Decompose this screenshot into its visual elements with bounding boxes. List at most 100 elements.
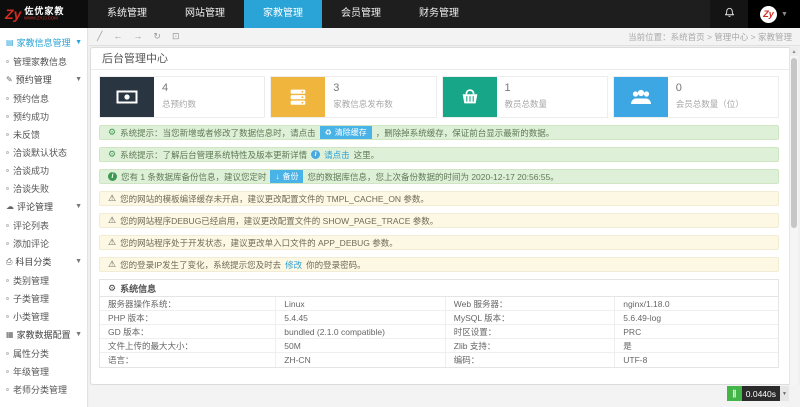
alert-text: 您的网站的模板编译缓存未开启，建议更改配置文件的 TMPL_CACHE_ON 参… [120, 193, 429, 205]
system-info-panel: ⚙ 系统信息 服务器操作系统： Linux Web 服务器： nginx/1.1… [99, 279, 779, 368]
notifications-button[interactable] [710, 0, 748, 28]
sidebar-item-category-manage[interactable]: 类别管理 [0, 271, 87, 289]
chevron-down-icon: ▼ [75, 39, 82, 46]
alert-tmpl-cache: ⚠ 您的网站的模板编译缓存未开启，建议更改配置文件的 TMPL_CACHE_ON… [99, 191, 779, 206]
sidebar-section-label: 评论管理 [17, 200, 53, 213]
brand-subtitle: WWW.ZYJJ.COM [24, 17, 58, 21]
chevron-down-icon: ▼ [75, 76, 82, 83]
back-icon[interactable]: ← [113, 32, 122, 41]
alert-debug-enabled: ⚠ 您的网站程序DEBUG已经启用，建议更改配置文件的 SHOW_PAGE_TR… [99, 213, 779, 228]
nav-item-member[interactable]: 会员管理 [322, 0, 400, 28]
sys-label: PHP 版本： [100, 311, 276, 324]
table-row: PHP 版本： 5.4.45 MySQL 版本： 5.6.49-log [100, 311, 778, 325]
scrollbar-thumb[interactable] [791, 58, 797, 228]
sidebar-item-negotiate-fail[interactable]: 洽谈失败 [0, 179, 87, 197]
warning-icon: ⚠ [108, 237, 116, 248]
alert-dev-mode: ⚠ 您的网站程序处于开发状态，建议更改单入口文件的 APP_DEBUG 参数。 [99, 235, 779, 250]
alert-version-info: ⚙ 系统提示：了解后台管理系统特性及版本更新详情 i 请点击 这里。 [99, 147, 779, 162]
change-password-link[interactable]: 修改 [285, 259, 302, 271]
forward-icon[interactable]: → [133, 32, 142, 41]
table-row: GD 版本： bundled (2.1.0 compatible) 时区设置： … [100, 325, 778, 339]
alert-text: 系统提示：当您新增或者修改了数据信息时，请点击 [120, 127, 316, 139]
sidebar-section-booking[interactable]: ✎ 预约管理 ▼ [0, 70, 87, 89]
user-menu[interactable]: Zy ▼ [748, 0, 800, 28]
sys-label: 服务器操作系统： [100, 297, 276, 310]
info-icon: i [311, 150, 320, 159]
nav-item-system[interactable]: 系统管理 [88, 0, 166, 28]
stat-label: 总预约数 [162, 98, 196, 110]
sidebar-item-negotiate-success[interactable]: 洽谈成功 [0, 161, 87, 179]
sidebar-item-booking-info[interactable]: 预约信息 [0, 89, 87, 107]
alert-text: 您的数据库信息，您上次备份数据的时间为 2020-12-17 20:56:55。 [307, 171, 558, 183]
stat-value: 4 [162, 82, 196, 94]
bullet-icon [6, 115, 9, 118]
nav-item-website[interactable]: 网站管理 [166, 0, 244, 28]
sidebar-item-grade-manage[interactable]: 年级管理 [0, 362, 87, 380]
stat-label: 家教信息发布数 [333, 98, 393, 110]
sys-value: UTF-8 [615, 353, 778, 367]
stat-card-members[interactable]: 0 会员总数量（位） [613, 76, 779, 118]
sidebar-section-subjects[interactable]: ⎙ 科目分类 ▼ [0, 252, 87, 271]
main-panel: 后台管理中心 4 总预约数 [90, 47, 798, 385]
comment-icon: ☁ [6, 202, 14, 211]
sidebar-item-comment-list[interactable]: 评论列表 [0, 216, 87, 234]
sidebar-section-comments[interactable]: ☁ 评论管理 ▼ [0, 197, 87, 216]
warning-icon: ⚠ [108, 215, 116, 226]
sys-label: 时区设置： [446, 325, 616, 338]
scroll-up-icon[interactable]: ▲ [790, 47, 798, 56]
clear-cache-button[interactable]: ♻清除缓存 [320, 125, 372, 140]
bullet-icon [6, 224, 9, 227]
gear-icon: ⚙ [108, 283, 116, 294]
stat-value: 0 [676, 82, 744, 94]
sidebar-item-attribute-category[interactable]: 属性分类 [0, 344, 87, 362]
chevron-down-icon: ▼ [75, 203, 82, 210]
sidebar-item-booking-success[interactable]: 预约成功 [0, 107, 87, 125]
sidebar-item-teacher-category-manage[interactable]: 老师分类管理 [0, 380, 87, 398]
tab-toolbar: ╱ ← → ↻ ⊡ 当前位置：系统首页 > 管理中心 > 家教管理 [89, 28, 800, 46]
sys-label: Web 服务器： [446, 297, 616, 310]
navbar-right: Zy ▼ [710, 0, 800, 28]
stat-card-bookings[interactable]: 4 总预约数 [99, 76, 265, 118]
nav-item-finance[interactable]: 财务管理 [400, 0, 478, 28]
brand-logo[interactable]: Zy 佐优家教 WWW.ZYJJ.COM [0, 0, 88, 28]
sys-value: Linux [276, 297, 446, 310]
sys-value: PRC [615, 325, 778, 338]
table-row: 服务器操作系统： Linux Web 服务器： nginx/1.18.0 [100, 297, 778, 311]
nav-item-tutor[interactable]: 家教管理 [244, 0, 322, 28]
sidebar-section-tutor-info[interactable]: ▤ 家教信息管理 ▼ [0, 33, 87, 52]
sidebar-item-negotiate-default[interactable]: 洽谈默认状态 [0, 143, 87, 161]
content-scrollbar[interactable]: ▲ [789, 47, 798, 385]
alert-text: 您有 1 条数据库备份信息，建议您定时 [121, 171, 266, 183]
sidebar-item-minorcategory-manage[interactable]: 小类管理 [0, 307, 87, 325]
gear-icon: ⚙ [108, 127, 116, 138]
stat-label: 会员总数量（位） [676, 98, 744, 110]
sidebar-item-subcategory-manage[interactable]: 子类管理 [0, 289, 87, 307]
table-row: 语言： ZH-CN 编码： UTF-8 [100, 353, 778, 367]
table-icon: ▤ [6, 38, 14, 47]
database-icon: ▦ [6, 330, 14, 339]
sys-label: 文件上传的最大大小： [100, 339, 276, 352]
sidebar-section-tutor-data-config[interactable]: ▦ 家教数据配置 ▼ [0, 325, 87, 344]
fullscreen-icon[interactable]: ⊡ [172, 32, 180, 41]
top-navbar: Zy 佐优家教 WWW.ZYJJ.COM 系统管理 网站管理 家教管理 会员管理… [0, 0, 800, 28]
sidebar-item-add-comment[interactable]: 添加评论 [0, 234, 87, 252]
chevron-down-icon: ▼ [75, 258, 82, 265]
sidebar-item-no-feedback[interactable]: 未反馈 [0, 125, 87, 143]
collapse-icon[interactable]: ╱ [97, 32, 102, 41]
thinkphp-leaf-icon[interactable]: ∥ [727, 386, 742, 401]
print-icon: ⎙ [6, 257, 12, 267]
backup-button[interactable]: ↓备份 [270, 169, 303, 184]
chevron-down-icon: ▼ [75, 331, 82, 338]
bullet-icon [6, 151, 9, 154]
sidebar-item-manage-tutor-info[interactable]: 管理家教信息 [0, 52, 87, 70]
stat-card-teachers[interactable]: 1 教员总数量 [442, 76, 608, 118]
stat-card-tutor-posts[interactable]: 3 家教信息发布数 [270, 76, 436, 118]
version-details-link[interactable]: 请点击 [324, 149, 350, 161]
sys-value: 5.4.45 [276, 311, 446, 324]
alert-text: 您的登录IP发生了变化，系统提示您及时去 [120, 259, 281, 271]
info-icon: i [108, 172, 117, 181]
refresh-icon[interactable]: ↻ [153, 32, 161, 41]
admin-app: Zy 佐优家教 WWW.ZYJJ.COM 系统管理 网站管理 家教管理 会员管理… [0, 0, 800, 407]
alert-clear-cache: ⚙ 系统提示：当您新增或者修改了数据信息时，请点击 ♻清除缓存 ，删除掉系统缓存… [99, 125, 779, 140]
badge-caret-icon[interactable]: ▼ [780, 386, 789, 401]
